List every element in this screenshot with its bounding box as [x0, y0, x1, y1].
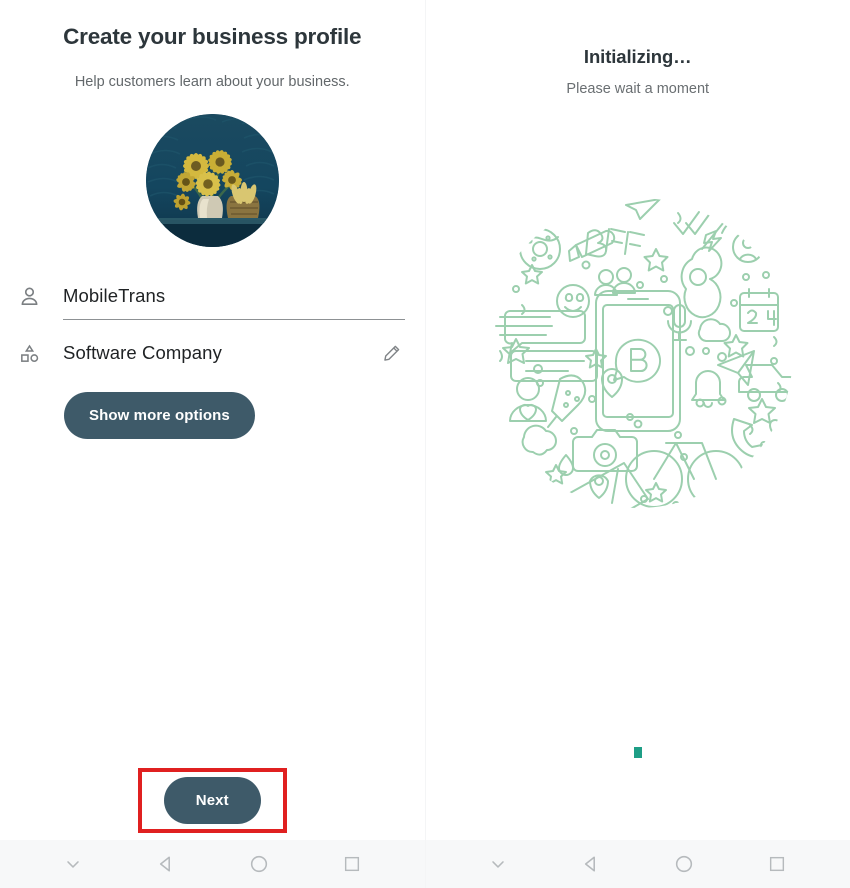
android-navigation-bar-right: [425, 840, 850, 888]
initializing-screen: Initializing… Please wait a moment: [425, 0, 850, 840]
page-title: Create your business profile: [63, 24, 362, 49]
back-triangle-icon[interactable]: [144, 842, 188, 886]
sunflowers-painting-avatar: [145, 114, 279, 247]
android-navigation-bar-left: [0, 840, 425, 888]
chevron-down-icon[interactable]: [51, 842, 95, 886]
field-spacer: [0, 319, 425, 330]
recents-square-icon[interactable]: [330, 842, 374, 886]
chevron-down-icon[interactable]: [476, 842, 520, 886]
show-more-options-button[interactable]: Show more options: [64, 392, 255, 439]
next-button[interactable]: Next: [163, 777, 261, 824]
person-icon: [18, 285, 46, 308]
initializing-subtitle: Please wait a moment: [566, 81, 710, 97]
back-triangle-icon[interactable]: [569, 842, 613, 886]
pencil-icon[interactable]: [379, 343, 405, 364]
next-button-zone: Next: [0, 768, 425, 833]
profile-fields: MobileTrans Software Company: [0, 247, 425, 376]
business-name-value[interactable]: MobileTrans: [63, 285, 165, 307]
business-category-field-row[interactable]: Software Company: [0, 330, 425, 376]
initializing-title: Initializing…: [583, 46, 692, 67]
business-profile-screen: Create your business profile Help custom…: [0, 0, 425, 840]
page-subtitle: Help customers learn about your business…: [74, 74, 350, 90]
dual-screenshot-container: Create your business profile Help custom…: [0, 0, 850, 888]
business-profile-photo[interactable]: [145, 114, 279, 247]
business-category-value[interactable]: Software Company: [63, 342, 222, 364]
left-phone-screen: Create your business profile Help custom…: [0, 0, 425, 888]
home-circle-icon[interactable]: [237, 842, 281, 886]
right-phone-screen: Initializing… Please wait a moment: [424, 0, 850, 888]
home-circle-icon[interactable]: [662, 842, 706, 886]
loading-dot-indicator: [633, 747, 642, 758]
next-button-highlight-annotation: Next: [137, 768, 287, 833]
illustration-container: [426, 97, 850, 513]
show-more-options-container: Show more options: [0, 376, 425, 439]
whatsapp-business-doodle-circle: [494, 198, 793, 508]
avatar-container: [0, 90, 425, 247]
loading-indicator-container: [426, 747, 850, 758]
recents-square-icon[interactable]: [755, 842, 799, 886]
business-name-field-row[interactable]: MobileTrans: [0, 273, 425, 320]
category-shapes-icon: [18, 342, 46, 365]
